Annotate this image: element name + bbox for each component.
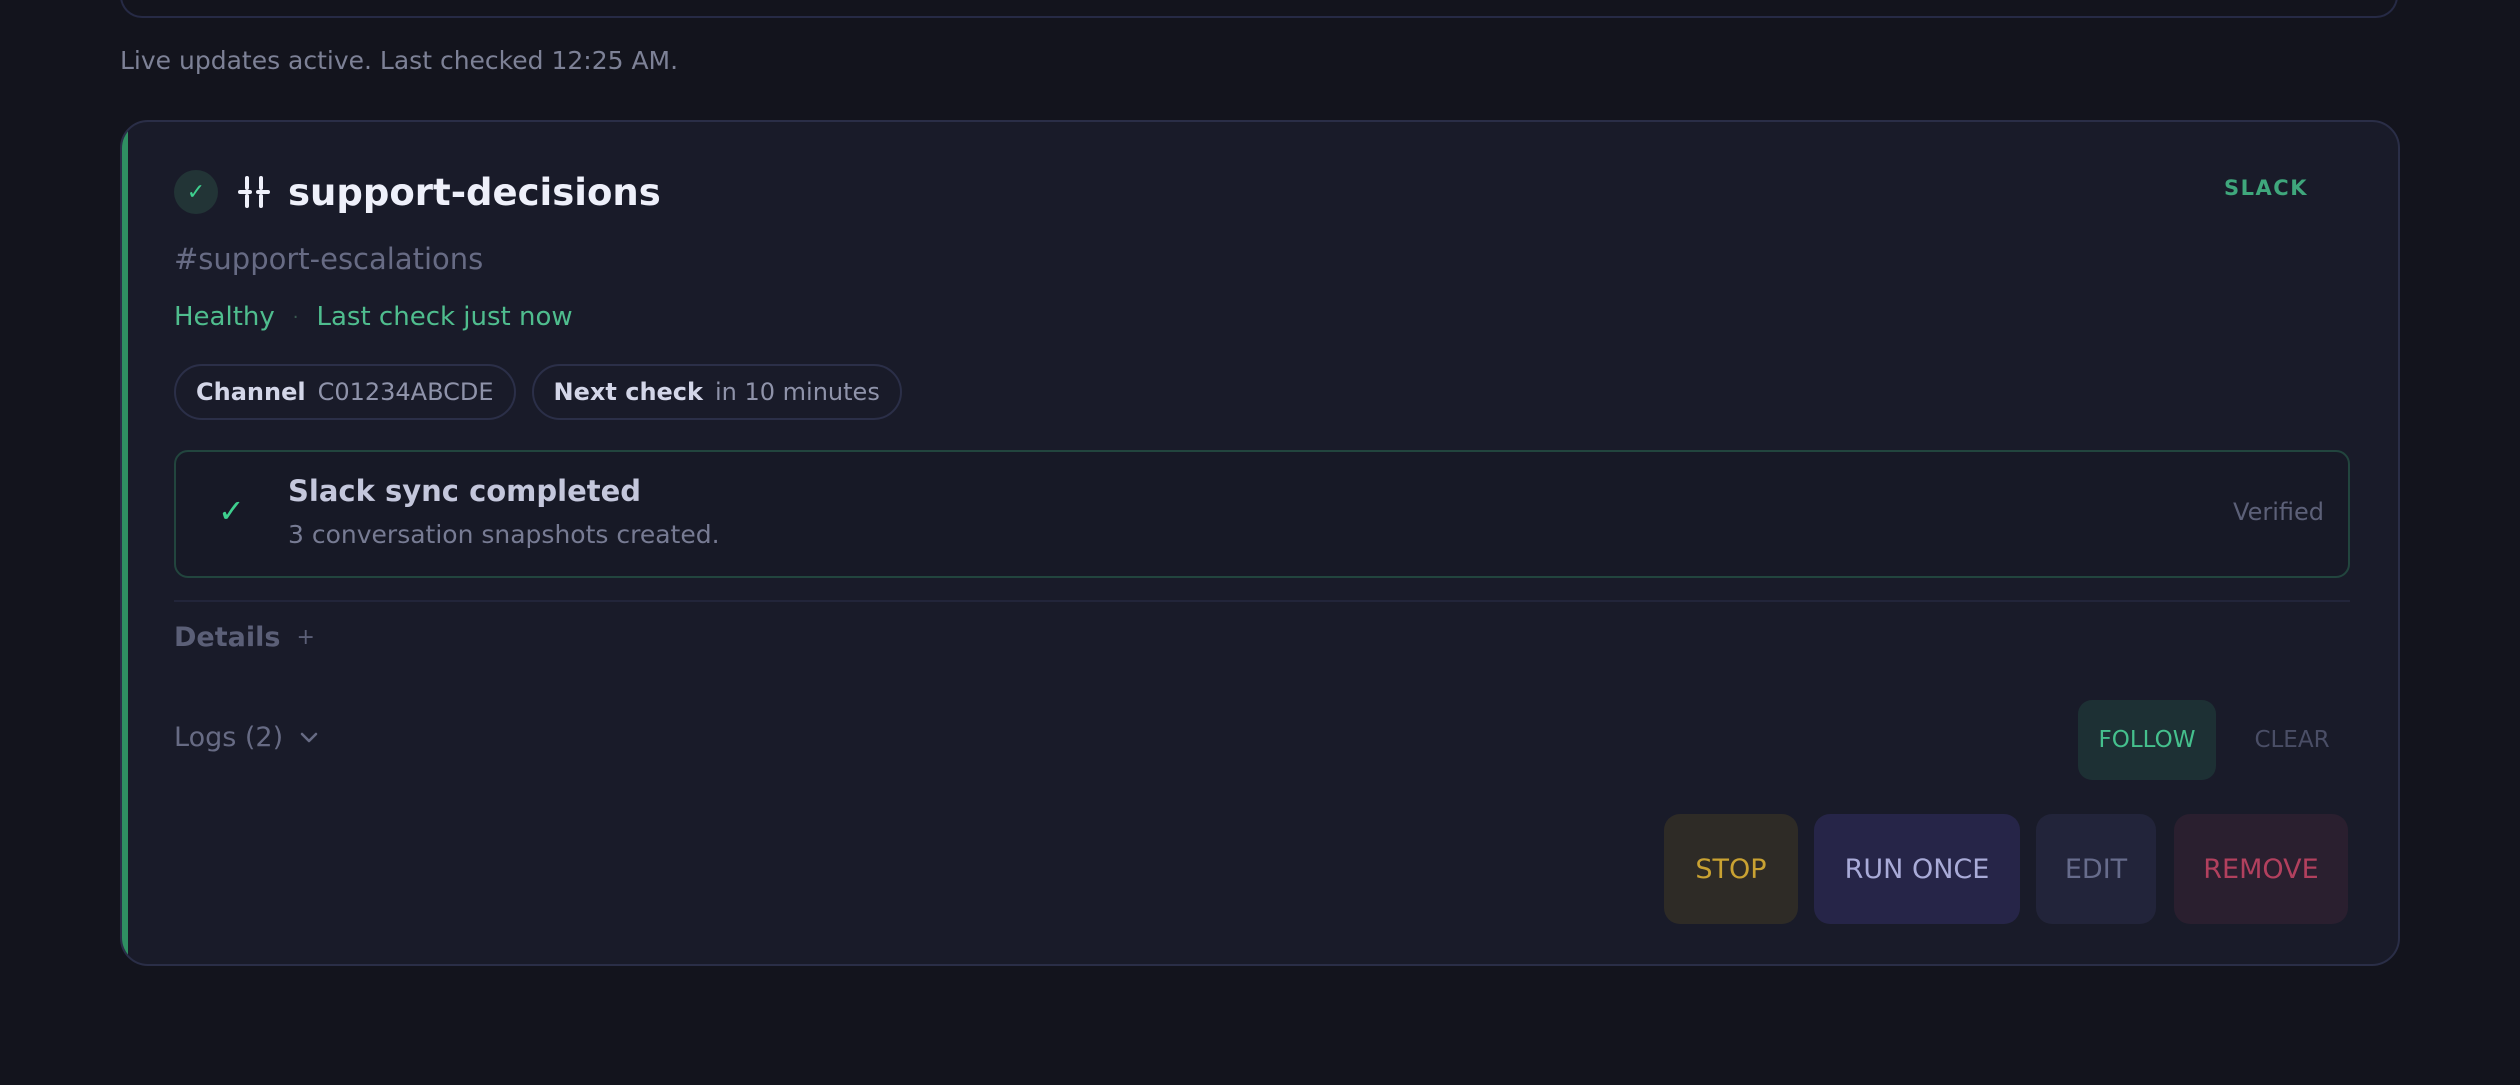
sync-result-title: Slack sync completed (288, 474, 642, 508)
health-status: Healthy (174, 302, 275, 332)
chip-value: in 10 minutes (715, 378, 880, 406)
follow-logs-button[interactable]: FOLLOW (2078, 700, 2216, 780)
divider (174, 600, 2350, 602)
chip-key: Next check (553, 378, 703, 406)
edit-button[interactable]: EDIT (2036, 814, 2156, 924)
chip-value: C01234ABCDE (317, 378, 494, 406)
live-update-status: Live updates active. Last checked 12:25 … (120, 46, 679, 75)
chevron-down-icon (300, 732, 318, 742)
logs-label: Logs (2) (174, 722, 284, 753)
info-chips: Channel C01234ABCDE Next check in 10 min… (174, 364, 918, 420)
channel-name: #support-escalations (174, 242, 484, 276)
run-once-button[interactable]: RUN ONCE (1814, 814, 2020, 924)
stop-button[interactable]: STOP (1664, 814, 1798, 924)
check-icon: ✓ (174, 170, 218, 214)
check-icon: ✓ (218, 492, 245, 530)
integration-card: ✓ support-decisions SLACK #support-escal… (120, 120, 2400, 966)
card-header: ✓ support-decisions (174, 170, 661, 214)
source-tag: SLACK (2224, 176, 2308, 200)
clear-logs-button[interactable]: CLEAR (2234, 700, 2350, 780)
slack-icon (238, 176, 270, 208)
plus-icon: + (296, 625, 315, 650)
sync-result-panel: ✓ Slack sync completed 3 conversation sn… (174, 450, 2350, 578)
chip-key: Channel (196, 378, 306, 406)
details-toggle[interactable]: Details + (174, 622, 315, 653)
sync-result-subtitle: 3 conversation snapshots created. (288, 520, 720, 549)
remove-button[interactable]: REMOVE (2174, 814, 2348, 924)
verified-label: Verified (2233, 498, 2324, 526)
channel-id-chip: Channel C01234ABCDE (174, 364, 516, 420)
health-line: Healthy · Last check just now (174, 302, 573, 332)
integration-title: support-decisions (288, 170, 661, 214)
details-label: Details (174, 622, 281, 653)
previous-panel-edge (120, 0, 2398, 18)
next-check-chip: Next check in 10 minutes (531, 364, 902, 420)
last-check-text: Last check just now (316, 302, 573, 332)
logs-toggle[interactable]: Logs (2) (174, 722, 319, 753)
card-status-accent (122, 122, 128, 964)
health-separator: · (292, 306, 299, 328)
